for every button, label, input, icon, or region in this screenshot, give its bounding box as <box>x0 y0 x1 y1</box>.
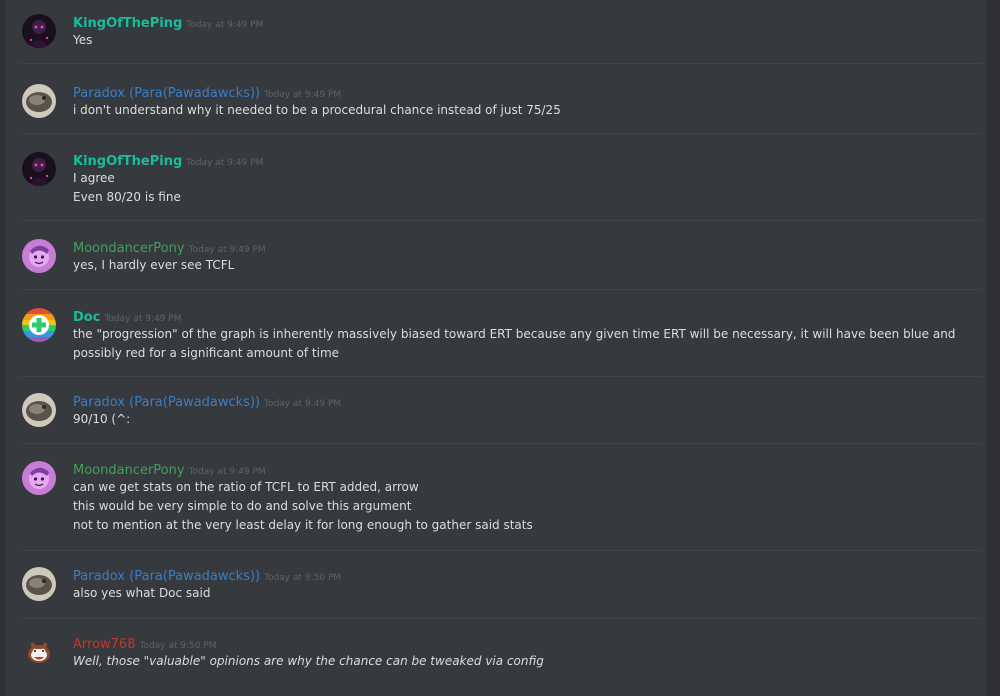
message-timestamp: Today at 9:50 PM <box>264 573 342 583</box>
chat-message-list: KingOfThePing Today at 9:49 PM Yes Parado… <box>0 0 1000 696</box>
message-body: I agree Even 80/20 is fine <box>73 169 973 207</box>
message-divider <box>20 443 982 444</box>
avatar[interactable] <box>22 461 56 495</box>
message-body: 90/10 (^: <box>73 410 973 429</box>
message-body: Well, those "valuable" opinions are why … <box>73 652 973 671</box>
author-name[interactable]: Paradox (Para(Pawadawcks)) <box>73 86 260 101</box>
message-text: yes, I hardly ever see TCFL <box>73 258 235 272</box>
message-divider <box>20 550 982 551</box>
message-body: also yes what Doc said <box>73 584 973 603</box>
message-text: I agree <box>73 171 115 185</box>
avatar[interactable] <box>22 308 56 342</box>
left-edge-panel <box>0 0 5 696</box>
scrollbar-track[interactable] <box>986 0 1000 696</box>
message-text: this would be very simple to do and solv… <box>73 499 412 513</box>
avatar[interactable] <box>22 84 56 118</box>
message-body: the "progression" of the graph is inhere… <box>73 325 973 363</box>
author-name[interactable]: Paradox (Para(Pawadawcks)) <box>73 395 260 410</box>
message-body: yes, I hardly ever see TCFL <box>73 256 973 275</box>
avatar[interactable] <box>22 239 56 273</box>
message-text: i don't understand why it needed to be a… <box>73 103 561 117</box>
message-text: Yes <box>73 33 93 47</box>
message-divider <box>20 220 982 221</box>
message-text: 90/10 (^: <box>73 412 131 426</box>
avatar[interactable] <box>22 567 56 601</box>
message-timestamp: Today at 9:49 PM <box>186 158 264 168</box>
message-text: can we get stats on the ratio of TCFL to… <box>73 480 419 494</box>
message-timestamp: Today at 9:49 PM <box>264 399 342 409</box>
message-divider <box>20 63 982 64</box>
message-divider <box>20 618 982 619</box>
avatar[interactable] <box>22 152 56 186</box>
message-divider <box>20 133 982 134</box>
avatar[interactable] <box>22 635 56 669</box>
message-text: Well, those "valuable" opinions are why … <box>73 654 544 668</box>
author-name[interactable]: MoondancerPony <box>73 463 185 478</box>
message-timestamp: Today at 9:50 PM <box>139 641 217 651</box>
message-body: i don't understand why it needed to be a… <box>73 101 973 120</box>
author-name[interactable]: KingOfThePing <box>73 154 182 169</box>
message-divider <box>20 376 982 377</box>
author-name[interactable]: Paradox (Para(Pawadawcks)) <box>73 569 260 584</box>
message-timestamp: Today at 9:49 PM <box>188 467 266 477</box>
author-name[interactable]: KingOfThePing <box>73 16 182 31</box>
message-body: Yes <box>73 31 973 50</box>
message-text: also yes what Doc said <box>73 586 211 600</box>
message-text: not to mention at the very least delay i… <box>73 518 533 532</box>
message-timestamp: Today at 9:49 PM <box>188 245 266 255</box>
avatar[interactable] <box>22 393 56 427</box>
author-name[interactable]: MoondancerPony <box>73 241 185 256</box>
message-timestamp: Today at 9:49 PM <box>104 314 182 324</box>
author-name[interactable]: Doc <box>73 310 100 325</box>
message-timestamp: Today at 9:49 PM <box>264 90 342 100</box>
author-name[interactable]: Arrow768 <box>73 637 135 652</box>
message-text: the "progression" of the graph is inhere… <box>73 327 956 360</box>
message-divider <box>20 289 982 290</box>
avatar[interactable] <box>22 14 56 48</box>
message-text: Even 80/20 is fine <box>73 190 181 204</box>
message-timestamp: Today at 9:49 PM <box>186 20 264 30</box>
message-body: can we get stats on the ratio of TCFL to… <box>73 478 973 535</box>
